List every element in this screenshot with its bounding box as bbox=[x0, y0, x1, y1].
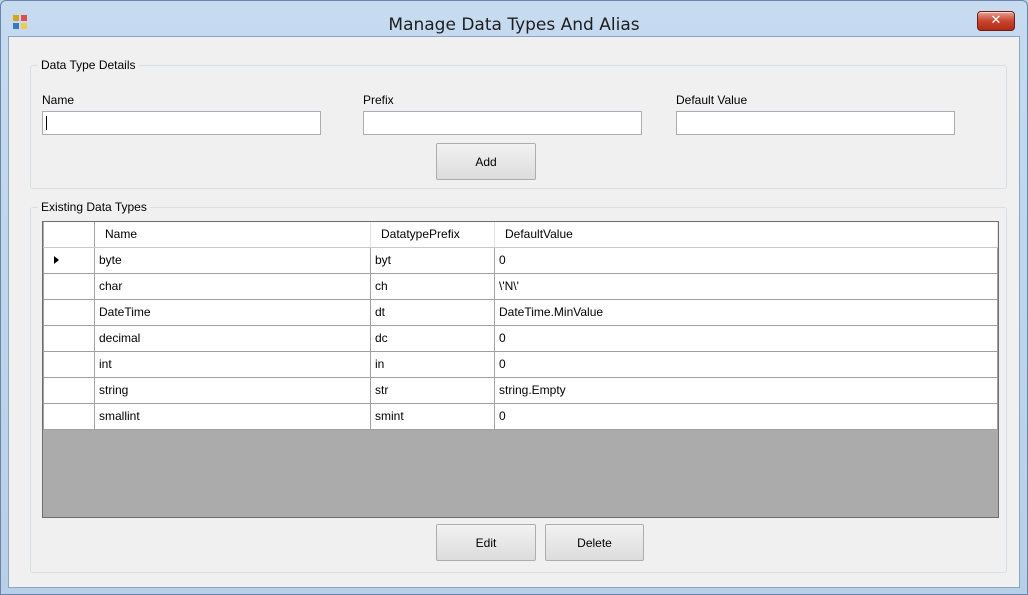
grid-header-row: Name DatatypePrefix DefaultValue bbox=[43, 222, 998, 248]
data-types-grid[interactable]: Name DatatypePrefix DefaultValue byte byt… bbox=[42, 221, 999, 518]
cell-name[interactable]: smallint bbox=[94, 402, 371, 430]
row-header-cell[interactable] bbox=[43, 272, 95, 300]
table-row[interactable]: char ch \'N\' bbox=[43, 272, 998, 300]
cell-prefix[interactable]: smint bbox=[370, 402, 495, 430]
client-area: Data Type Details Name Prefix Default Va… bbox=[8, 36, 1020, 588]
table-row[interactable]: DateTime dt DateTime.MinValue bbox=[43, 298, 998, 326]
prefix-input[interactable] bbox=[363, 111, 642, 135]
cell-default-value[interactable]: DateTime.MinValue bbox=[494, 298, 998, 326]
delete-button[interactable]: Delete bbox=[545, 524, 644, 561]
cell-default-value[interactable]: 0 bbox=[494, 402, 998, 430]
cell-prefix[interactable]: str bbox=[370, 376, 495, 404]
cell-name[interactable]: DateTime bbox=[94, 298, 371, 326]
cell-prefix[interactable]: dt bbox=[370, 298, 495, 326]
cell-prefix[interactable]: byt bbox=[370, 246, 495, 274]
window: Manage Data Types And Alias ✕ Data Type … bbox=[0, 0, 1028, 595]
close-icon: ✕ bbox=[990, 13, 1002, 28]
column-header-prefix[interactable]: DatatypePrefix bbox=[370, 222, 495, 248]
row-header-corner[interactable] bbox=[43, 222, 95, 248]
row-header-cell[interactable] bbox=[43, 402, 95, 430]
cell-name[interactable]: char bbox=[94, 272, 371, 300]
table-row[interactable]: byte byt 0 bbox=[43, 246, 998, 274]
cell-name[interactable]: int bbox=[94, 350, 371, 378]
cell-prefix[interactable]: in bbox=[370, 350, 495, 378]
text-caret bbox=[46, 116, 47, 130]
cell-default-value[interactable]: string.Empty bbox=[494, 376, 998, 404]
row-header-cell[interactable] bbox=[43, 350, 95, 378]
name-label: Name bbox=[42, 93, 75, 107]
default-value-label: Default Value bbox=[676, 93, 748, 107]
column-header-name[interactable]: Name bbox=[94, 222, 371, 248]
cell-name[interactable]: decimal bbox=[94, 324, 371, 352]
edit-button[interactable]: Edit bbox=[436, 524, 536, 561]
cell-prefix[interactable]: dc bbox=[370, 324, 495, 352]
data-type-details-group: Data Type Details Name Prefix Default Va… bbox=[30, 58, 1007, 189]
table-row[interactable]: decimal dc 0 bbox=[43, 324, 998, 352]
group-label-existing: Existing Data Types bbox=[38, 200, 150, 214]
add-button[interactable]: Add bbox=[436, 143, 536, 180]
table-row[interactable]: int in 0 bbox=[43, 350, 998, 378]
table-row[interactable]: smallint smint 0 bbox=[43, 402, 998, 430]
cell-prefix[interactable]: ch bbox=[370, 272, 495, 300]
cell-default-value[interactable]: 0 bbox=[494, 324, 998, 352]
cell-name[interactable]: string bbox=[94, 376, 371, 404]
cell-name[interactable]: byte bbox=[94, 246, 371, 274]
default-value-input[interactable] bbox=[676, 111, 955, 135]
prefix-label: Prefix bbox=[363, 93, 394, 107]
close-button[interactable]: ✕ bbox=[977, 11, 1015, 31]
grid-body: byte byt 0 char ch \'N\' DateTime dt DateTime.Mi… bbox=[43, 246, 998, 430]
row-header-cell[interactable] bbox=[43, 246, 95, 274]
cell-default-value[interactable]: 0 bbox=[494, 350, 998, 378]
window-title: Manage Data Types And Alias bbox=[388, 15, 640, 35]
grid-table: Name DatatypePrefix DefaultValue byte byt… bbox=[43, 222, 998, 430]
row-header-cell[interactable] bbox=[43, 298, 95, 326]
row-header-cell[interactable] bbox=[43, 324, 95, 352]
name-input[interactable] bbox=[42, 111, 321, 135]
group-label-details: Data Type Details bbox=[38, 58, 139, 72]
table-row[interactable]: string str string.Empty bbox=[43, 376, 998, 404]
column-header-default[interactable]: DefaultValue bbox=[494, 222, 998, 248]
cell-default-value[interactable]: \'N\' bbox=[494, 272, 998, 300]
row-header-cell[interactable] bbox=[43, 376, 95, 404]
current-row-arrow-icon bbox=[54, 256, 59, 264]
cell-default-value[interactable]: 0 bbox=[494, 246, 998, 274]
